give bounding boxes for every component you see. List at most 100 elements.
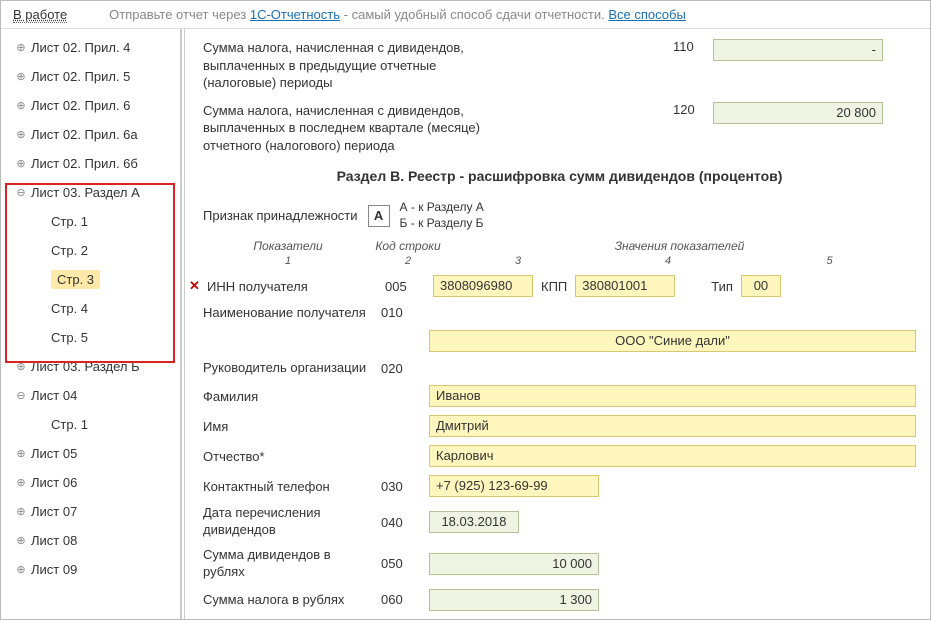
sumdiv-code: 050 <box>381 556 421 571</box>
tree-item-label: Лист 02. Прил. 6а <box>31 127 138 142</box>
tree-sheet-item[interactable]: ⊕ Лист 03. Раздел Б <box>1 352 180 381</box>
date-label: Дата перечисления дивидендов <box>203 505 373 539</box>
status-link[interactable]: В работе <box>13 7 67 23</box>
sumnal-field[interactable]: 1 300 <box>429 589 599 611</box>
ruk-code: 020 <box>381 361 421 376</box>
tree-item-label: Лист 02. Прил. 5 <box>31 69 130 84</box>
expand-toggle-icon[interactable]: ⊕ <box>15 505 27 518</box>
tree-item-label: Лист 06 <box>31 475 77 490</box>
expand-toggle-icon[interactable]: ⊕ <box>15 157 27 170</box>
sumnal-label: Сумма налога в рублях <box>203 592 373 607</box>
phone-label: Контактный телефон <box>203 479 373 494</box>
tree-sheet-item[interactable]: ⊕ Лист 02. Прил. 4 <box>1 33 180 62</box>
kpp-label: КПП <box>541 279 567 294</box>
ruk-label: Руководитель организации <box>203 360 373 377</box>
tree-sheet-item[interactable]: ⊕Лист 02. Прил. 6б <box>1 149 180 178</box>
tree-sheet-item[interactable]: ⊕ Лист 02. Прил. 6 <box>1 91 180 120</box>
tip-field[interactable]: 00 <box>741 275 781 297</box>
hint-text: Отправьте отчет через 1С-Отчетность - са… <box>109 7 686 22</box>
expand-toggle-icon[interactable]: ⊖ <box>15 186 27 199</box>
delete-row-icon[interactable]: ✕ <box>189 278 199 294</box>
tree-sheet-item[interactable]: ⊖ Лист 04 <box>1 381 180 410</box>
tree-item-label: Стр. 1 <box>51 417 88 432</box>
tree-item-label: Стр. 5 <box>51 330 88 345</box>
section-title: Раздел В. Реестр - расшифровка сумм диви… <box>203 168 916 184</box>
tree-sheet-item[interactable]: ⊕ Лист 09 <box>1 555 180 584</box>
expand-toggle-icon[interactable]: ⊕ <box>15 128 27 141</box>
link-all-ways[interactable]: Все способы <box>608 7 685 22</box>
priznak-value[interactable]: А <box>368 205 390 227</box>
link-1c-report[interactable]: 1С-Отчетность <box>250 7 340 22</box>
tree-page-item[interactable]: Стр. 5 <box>1 323 180 352</box>
expand-toggle-icon[interactable]: ⊕ <box>15 41 27 54</box>
expand-toggle-icon[interactable]: ⊕ <box>15 563 27 576</box>
name-code: 010 <box>381 305 421 320</box>
expand-toggle-icon[interactable]: ⊕ <box>15 534 27 547</box>
tree-item-label: Лист 07 <box>31 504 77 519</box>
tree-item-label: Лист 02. Прил. 6 <box>31 98 130 113</box>
tree-item-label: Лист 02. Прил. 4 <box>31 40 130 55</box>
inn-code: 005 <box>385 279 425 294</box>
tip-label: Тип <box>711 279 733 294</box>
phone-code: 030 <box>381 479 421 494</box>
expand-toggle-icon[interactable]: ⊕ <box>15 360 27 373</box>
tree-item-label: Стр. 1 <box>51 214 88 229</box>
ot-label: Отчество* <box>203 449 373 464</box>
tree-item-label: Стр. 3 <box>51 270 100 289</box>
tree-sheet-item[interactable]: ⊖Лист 03. Раздел А <box>1 178 180 207</box>
expand-toggle-icon[interactable]: ⊕ <box>15 99 27 112</box>
expand-toggle-icon[interactable]: ⊕ <box>15 476 27 489</box>
im-field[interactable]: Дмитрий <box>429 415 916 437</box>
tree-page-item[interactable]: Стр. 1 <box>1 410 180 439</box>
name-field[interactable]: ООО "Синие дали" <box>429 330 916 352</box>
expand-toggle-icon[interactable]: ⊕ <box>15 70 27 83</box>
date-code: 040 <box>381 515 421 530</box>
phone-field[interactable]: +7 (925) 123-69-99 <box>429 475 599 497</box>
field-110[interactable]: - <box>713 39 883 61</box>
sumnal-code: 060 <box>381 592 421 607</box>
tree-page-item[interactable]: Стр. 3 <box>1 265 180 294</box>
fam-field[interactable]: Иванов <box>429 385 916 407</box>
tree-sheet-item[interactable]: ⊕ Лист 08 <box>1 526 180 555</box>
row-code: 120 <box>673 102 713 117</box>
date-field[interactable]: 18.03.2018 <box>429 511 519 533</box>
top-bar: В работе Отправьте отчет через 1С-Отчетн… <box>1 1 930 29</box>
fam-label: Фамилия <box>203 389 373 404</box>
expand-toggle-icon[interactable]: ⊕ <box>15 447 27 460</box>
column-headers: Показатели Код строки Значения показател… <box>203 239 916 253</box>
tree-sheet-item[interactable]: ⊕ Лист 05 <box>1 439 180 468</box>
priznak-label: Признак принадлежности <box>203 208 358 223</box>
column-numbers: 1 2 3 4 5 <box>203 255 916 267</box>
sidebar-tree: ⊕Лист 02. Прил. 4⊕Лист 02. Прил. 5⊕Лист … <box>1 29 181 619</box>
app-window: В работе Отправьте отчет через 1С-Отчетн… <box>0 0 931 620</box>
main-form: Сумма налога, начисленная с дивидендов, … <box>181 29 930 619</box>
tree-sheet-item[interactable]: ⊕ Лист 02. Прил. 6а <box>1 120 180 149</box>
inn-field[interactable]: 3808096980 <box>433 275 533 297</box>
sumdiv-field[interactable]: 10 000 <box>429 553 599 575</box>
im-label: Имя <box>203 419 373 434</box>
expand-toggle-icon[interactable]: ⊖ <box>15 389 27 402</box>
tree-item-label: Лист 08 <box>31 533 77 548</box>
tree-item-label: Стр. 2 <box>51 243 88 258</box>
tree-page-item[interactable]: Стр. 4 <box>1 294 180 323</box>
sumdiv-label: Сумма дивидендов в рублях <box>203 547 373 581</box>
tree-sheet-item[interactable]: ⊕ Лист 02. Прил. 5 <box>1 62 180 91</box>
tree-item-label: Лист 05 <box>31 446 77 461</box>
tree-page-item[interactable]: Стр. 1 <box>1 207 180 236</box>
tree-item-label: Лист 04 <box>31 388 77 403</box>
tree-item-label: Стр. 4 <box>51 301 88 316</box>
inn-label: ИНН получателя <box>207 279 377 294</box>
name-label: Наименование получателя <box>203 305 373 322</box>
priznak-legend: А - к Разделу А Б - к Разделу Б <box>400 200 484 231</box>
tree-item-label: Лист 09 <box>31 562 77 577</box>
row-label: Сумма налога, начисленная с дивидендов, … <box>203 39 503 92</box>
kpp-field[interactable]: 380801001 <box>575 275 675 297</box>
ot-field[interactable]: Карлович <box>429 445 916 467</box>
tree-sheet-item[interactable]: ⊕ Лист 07 <box>1 497 180 526</box>
tree-item-label: Лист 03. Раздел Б <box>31 359 140 374</box>
field-120[interactable]: 20 800 <box>713 102 883 124</box>
row-label: Сумма налога, начисленная с дивидендов, … <box>203 102 503 155</box>
tree-sheet-item[interactable]: ⊕ Лист 06 <box>1 468 180 497</box>
tree-page-item[interactable]: Стр. 2 <box>1 236 180 265</box>
row-code: 110 <box>673 39 713 54</box>
